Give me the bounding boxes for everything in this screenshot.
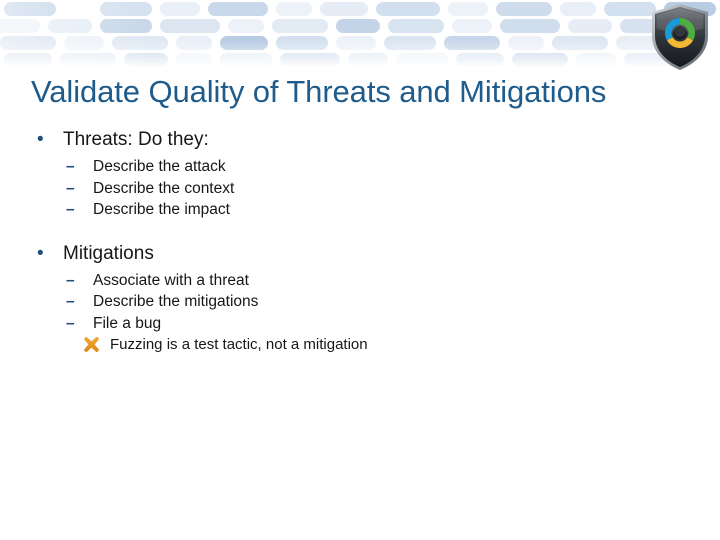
dash-icon: – [66, 293, 75, 310]
banner-brick [60, 53, 116, 67]
banner-brick [276, 36, 328, 50]
banner-brick [452, 19, 492, 33]
banner-brick [376, 2, 440, 16]
bullet-level2: – Describe the impact [31, 199, 691, 221]
banner-brick [0, 36, 56, 50]
slide: Validate Quality of Threats and Mitigati… [0, 0, 720, 540]
bullet-level2: – File a bug [31, 313, 691, 335]
bullet-level2-text: Describe the context [93, 179, 235, 197]
banner-brick [448, 2, 488, 16]
banner-brick [160, 19, 220, 33]
banner-brick [176, 36, 212, 50]
sdl-shield-logo [648, 2, 712, 72]
dash-icon: – [66, 179, 75, 197]
bullet-level3: Fuzzing is a test tactic, not a mitigati… [31, 334, 691, 355]
banner-brick [348, 53, 388, 67]
dash-icon: – [66, 271, 75, 289]
banner-brick [100, 19, 152, 33]
banner-brick [112, 36, 168, 50]
banner-brick [220, 53, 272, 67]
banner-brick [388, 19, 444, 33]
banner-brick [4, 2, 56, 16]
bullet-dot-icon: • [37, 129, 44, 150]
banner-brick [512, 53, 568, 67]
bullet-level1-text: Mitigations [63, 242, 154, 264]
bullet-level1: • Threats: Do they: [31, 127, 691, 152]
dash-icon: – [66, 201, 75, 218]
banner-brick [508, 36, 544, 50]
banner-brick [552, 36, 608, 50]
banner-brick [64, 36, 104, 50]
banner-brick [500, 19, 560, 33]
banner-brick [208, 2, 268, 16]
banner-brick [444, 36, 500, 50]
banner-brick [176, 53, 212, 67]
banner-brick [280, 53, 340, 67]
bullet-level2-text: File a bug [93, 314, 162, 332]
banner-brick [272, 19, 328, 33]
dash-icon: – [66, 314, 75, 332]
banner-brick [384, 36, 436, 50]
slide-body: • Threats: Do they: – Describe the attac… [31, 123, 691, 355]
header-banner [0, 0, 720, 68]
bullet-level2: – Describe the context [31, 178, 691, 200]
banner-brick [496, 2, 552, 16]
page-title: Validate Quality of Threats and Mitigati… [31, 74, 607, 109]
bullet-level2: – Describe the attack [31, 156, 691, 178]
banner-brick [568, 19, 612, 33]
banner-brick [228, 19, 264, 33]
bullet-level1: • Mitigations [31, 241, 691, 266]
bullet-level2-text: Describe the impact [93, 201, 230, 218]
bullet-level2-text: Describe the mitigations [93, 293, 259, 310]
banner-brick [320, 2, 368, 16]
bullet-level2-text: Describe the attack [93, 158, 226, 175]
banner-brick [576, 53, 616, 67]
bullet-level2-text: Associate with a threat [93, 271, 249, 289]
banner-brick [0, 19, 40, 33]
banner-brick [336, 36, 376, 50]
banner-brick [160, 2, 200, 16]
bullet-level2: – Describe the mitigations [31, 291, 691, 313]
orange-x-icon [83, 336, 101, 353]
banner-brick [220, 36, 268, 50]
banner-brick [124, 53, 168, 67]
banner-brick [456, 53, 504, 67]
banner-brick [48, 19, 92, 33]
banner-brick [560, 2, 596, 16]
banner-brick [4, 53, 52, 67]
banner-brick [396, 53, 448, 67]
banner-brick [336, 19, 380, 33]
bullet-level1-text: Threats: Do they: [63, 129, 209, 150]
banner-brick [100, 2, 152, 16]
bullet-level3-text: Fuzzing is a test tactic, not a mitigati… [110, 336, 368, 353]
bullet-level2: – Associate with a threat [31, 270, 691, 292]
bullet-dot-icon: • [37, 242, 44, 264]
banner-brick [276, 2, 312, 16]
dash-icon: – [66, 158, 75, 175]
